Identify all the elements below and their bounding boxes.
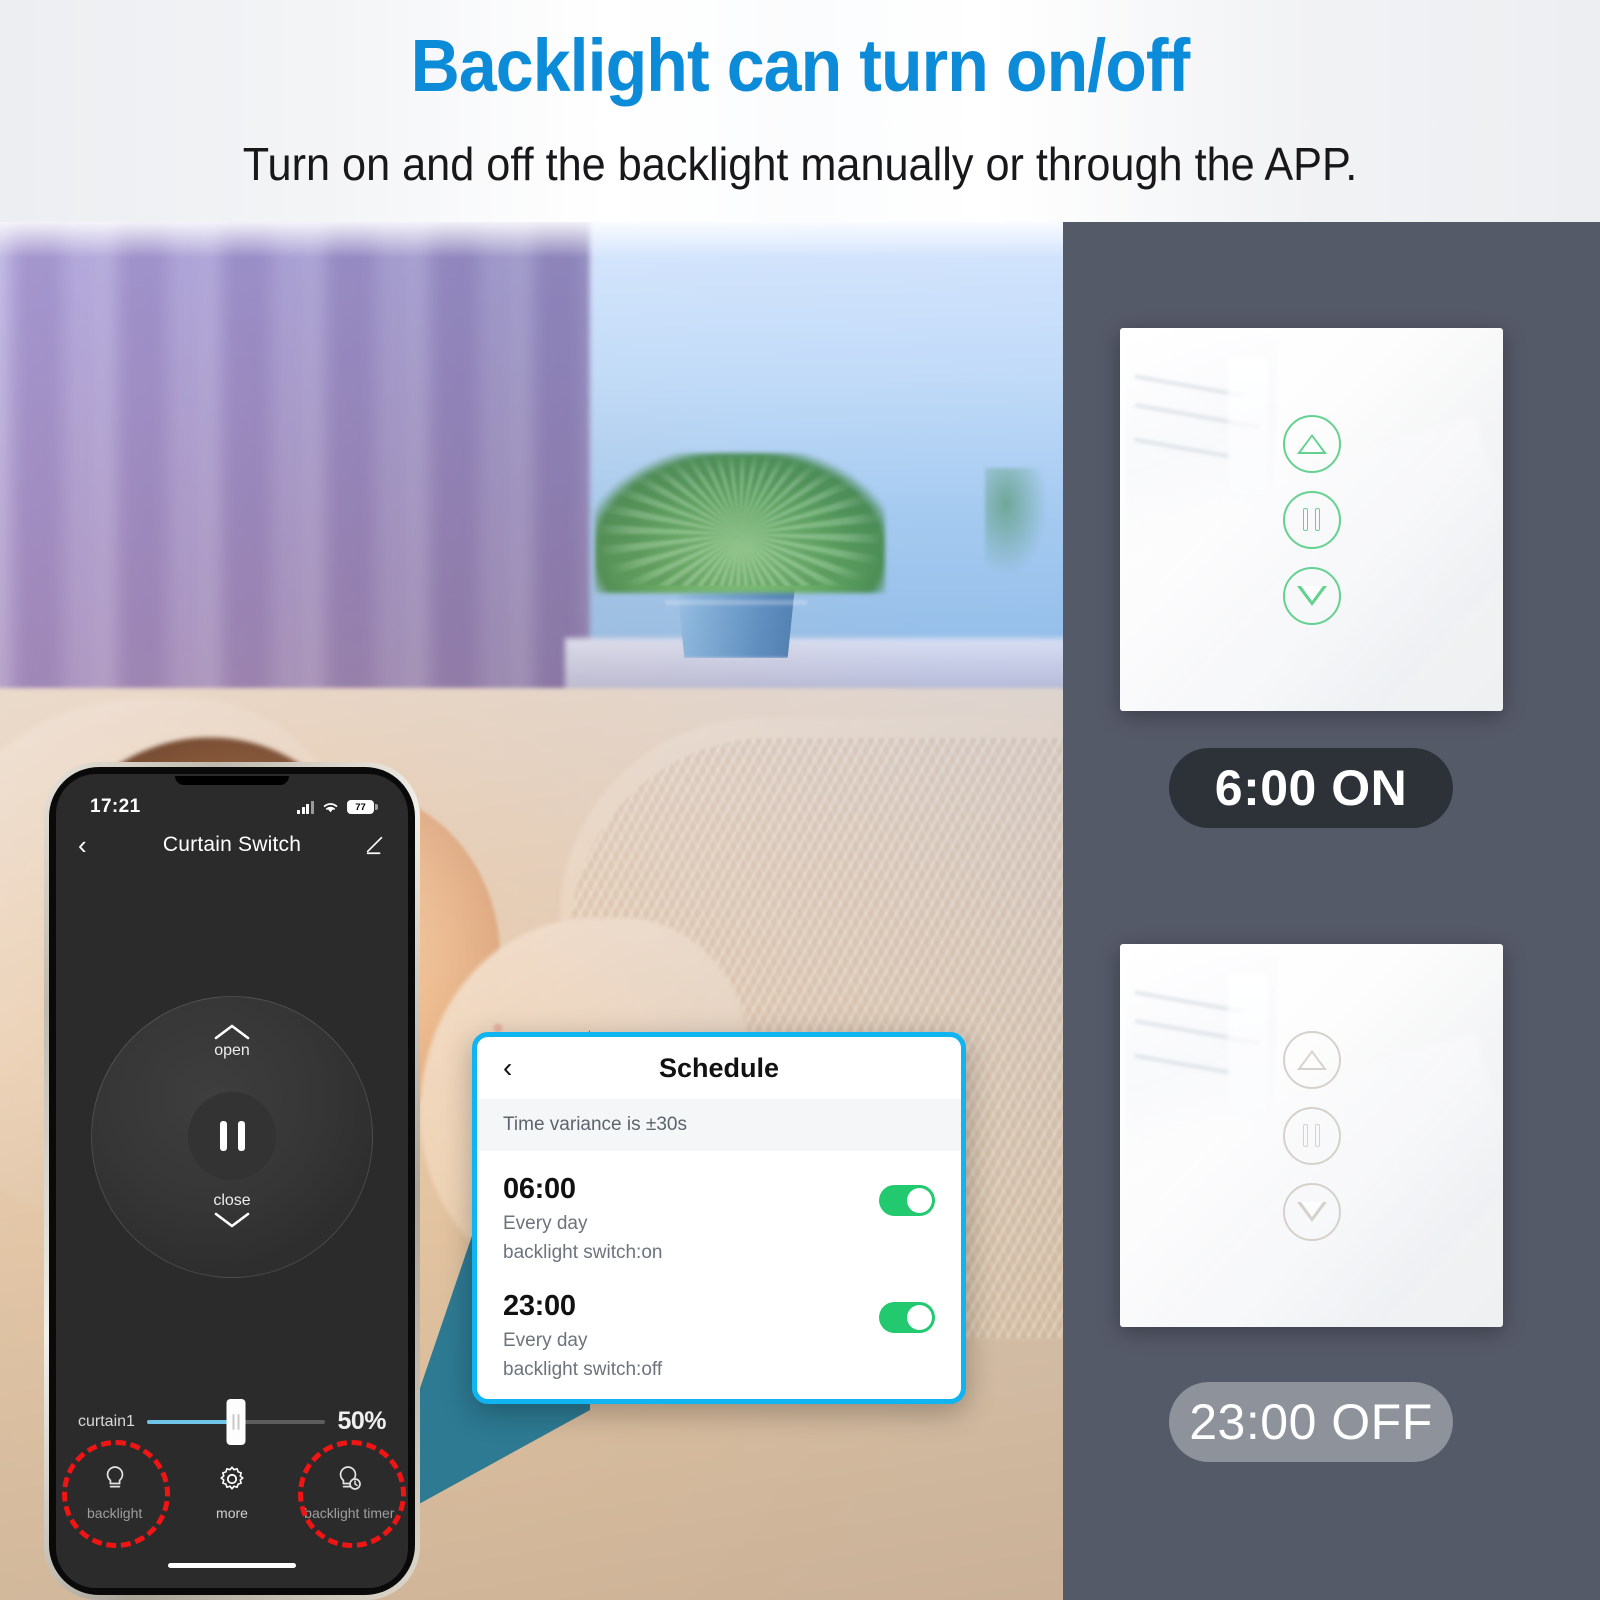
app-title: Curtain Switch bbox=[162, 833, 302, 856]
switch-close-button[interactable] bbox=[1282, 566, 1341, 625]
schedule-toggle[interactable] bbox=[879, 1302, 935, 1333]
switch-open-button[interactable] bbox=[1282, 1030, 1341, 1089]
schedule-time: 06:00 bbox=[503, 1173, 576, 1205]
phone-notch bbox=[175, 776, 289, 785]
chevron-up-icon bbox=[214, 1024, 250, 1040]
pause-icon bbox=[1303, 1124, 1320, 1147]
home-indicator[interactable] bbox=[168, 1563, 296, 1568]
schedule-row[interactable]: 06:00 Every day backlight switch:on bbox=[477, 1151, 961, 1268]
down-triangle-icon bbox=[1296, 1201, 1327, 1222]
switch-pause-button[interactable] bbox=[1282, 1106, 1341, 1165]
schedule-row[interactable]: 23:00 Every day backlight switch:off bbox=[477, 1268, 961, 1385]
open-label: open bbox=[214, 1042, 250, 1059]
slider-fill bbox=[146, 1419, 237, 1424]
schedule-repeat: Every day bbox=[503, 1330, 588, 1351]
slider-thumb[interactable] bbox=[226, 1398, 246, 1445]
pause-icon bbox=[219, 1121, 227, 1151]
photo-top-fade bbox=[0, 218, 1064, 258]
up-triangle-icon bbox=[1296, 1049, 1327, 1070]
status-bar-indicators: 77 bbox=[297, 800, 378, 814]
close-control[interactable]: close bbox=[212, 1192, 252, 1230]
highlight-circle-backlight-timer bbox=[298, 1440, 406, 1548]
chevron-down-icon bbox=[214, 1212, 250, 1228]
battery-icon: 77 bbox=[347, 800, 378, 814]
pencil-icon[interactable] bbox=[364, 834, 386, 856]
pause-button[interactable] bbox=[188, 1092, 276, 1180]
switch-button-group bbox=[1120, 944, 1503, 1327]
back-chevron-icon[interactable]: ‹ bbox=[78, 832, 87, 858]
pause-icon bbox=[1303, 508, 1320, 531]
down-triangle-icon bbox=[1296, 585, 1327, 606]
schedule-header: ‹ Schedule bbox=[477, 1037, 961, 1099]
wall-switch-backlight-off[interactable] bbox=[1120, 944, 1503, 1327]
app-nav-bar: ‹ Curtain Switch bbox=[56, 822, 408, 868]
slider-value: 50% bbox=[337, 1407, 386, 1435]
schedule-repeat: Every day bbox=[503, 1213, 588, 1234]
schedule-action: backlight switch:on bbox=[503, 1242, 663, 1263]
schedule-note: Time variance is ±30s bbox=[477, 1099, 961, 1151]
header-banner: Backlight can turn on/off Turn on and of… bbox=[0, 0, 1600, 222]
open-control[interactable]: open bbox=[212, 1022, 252, 1060]
up-triangle-icon bbox=[1296, 433, 1327, 454]
tab-more-label: more bbox=[216, 1505, 248, 1521]
gear-icon bbox=[220, 1466, 244, 1490]
curtain-position-slider-row: curtain1 50% bbox=[56, 1398, 408, 1445]
switch-close-button[interactable] bbox=[1282, 1182, 1341, 1241]
page-root: Backlight can turn on/off Turn on and of… bbox=[0, 0, 1600, 1600]
tab-more[interactable]: more bbox=[178, 1464, 286, 1521]
schedule-toggle[interactable] bbox=[879, 1185, 935, 1216]
status-bar: 17:21 77 bbox=[56, 792, 408, 822]
wifi-icon bbox=[323, 803, 338, 813]
page-subtitle: Turn on and off the backlight manually o… bbox=[242, 138, 1358, 190]
switch-showcase-panel: 6:00 ON 23:00 OFF bbox=[1063, 218, 1600, 1600]
status-badge-off: 23:00 OFF bbox=[1169, 1382, 1453, 1462]
switch-pause-button[interactable] bbox=[1282, 490, 1341, 549]
slider-track[interactable] bbox=[146, 1398, 326, 1445]
schedule-card: ‹ Schedule Time variance is ±30s 06:00 E… bbox=[472, 1032, 966, 1404]
page-title: Backlight can turn on/off bbox=[410, 24, 1191, 107]
status-badge-on: 6:00 ON bbox=[1169, 748, 1453, 828]
schedule-time: 23:00 bbox=[503, 1290, 576, 1322]
switch-button-group bbox=[1120, 328, 1503, 711]
schedule-back-icon[interactable]: ‹ bbox=[503, 1054, 512, 1082]
schedule-title: Schedule bbox=[658, 1052, 780, 1083]
close-label: close bbox=[213, 1192, 251, 1209]
schedule-action: backlight switch:off bbox=[503, 1359, 663, 1380]
status-bar-time: 17:21 bbox=[90, 796, 141, 817]
highlight-circle-backlight bbox=[62, 1440, 170, 1548]
wall-switch-backlight-on[interactable] bbox=[1120, 328, 1503, 711]
cellular-signal-icon bbox=[297, 800, 314, 814]
switch-open-button[interactable] bbox=[1282, 414, 1341, 473]
slider-label: curtain1 bbox=[78, 1412, 135, 1430]
